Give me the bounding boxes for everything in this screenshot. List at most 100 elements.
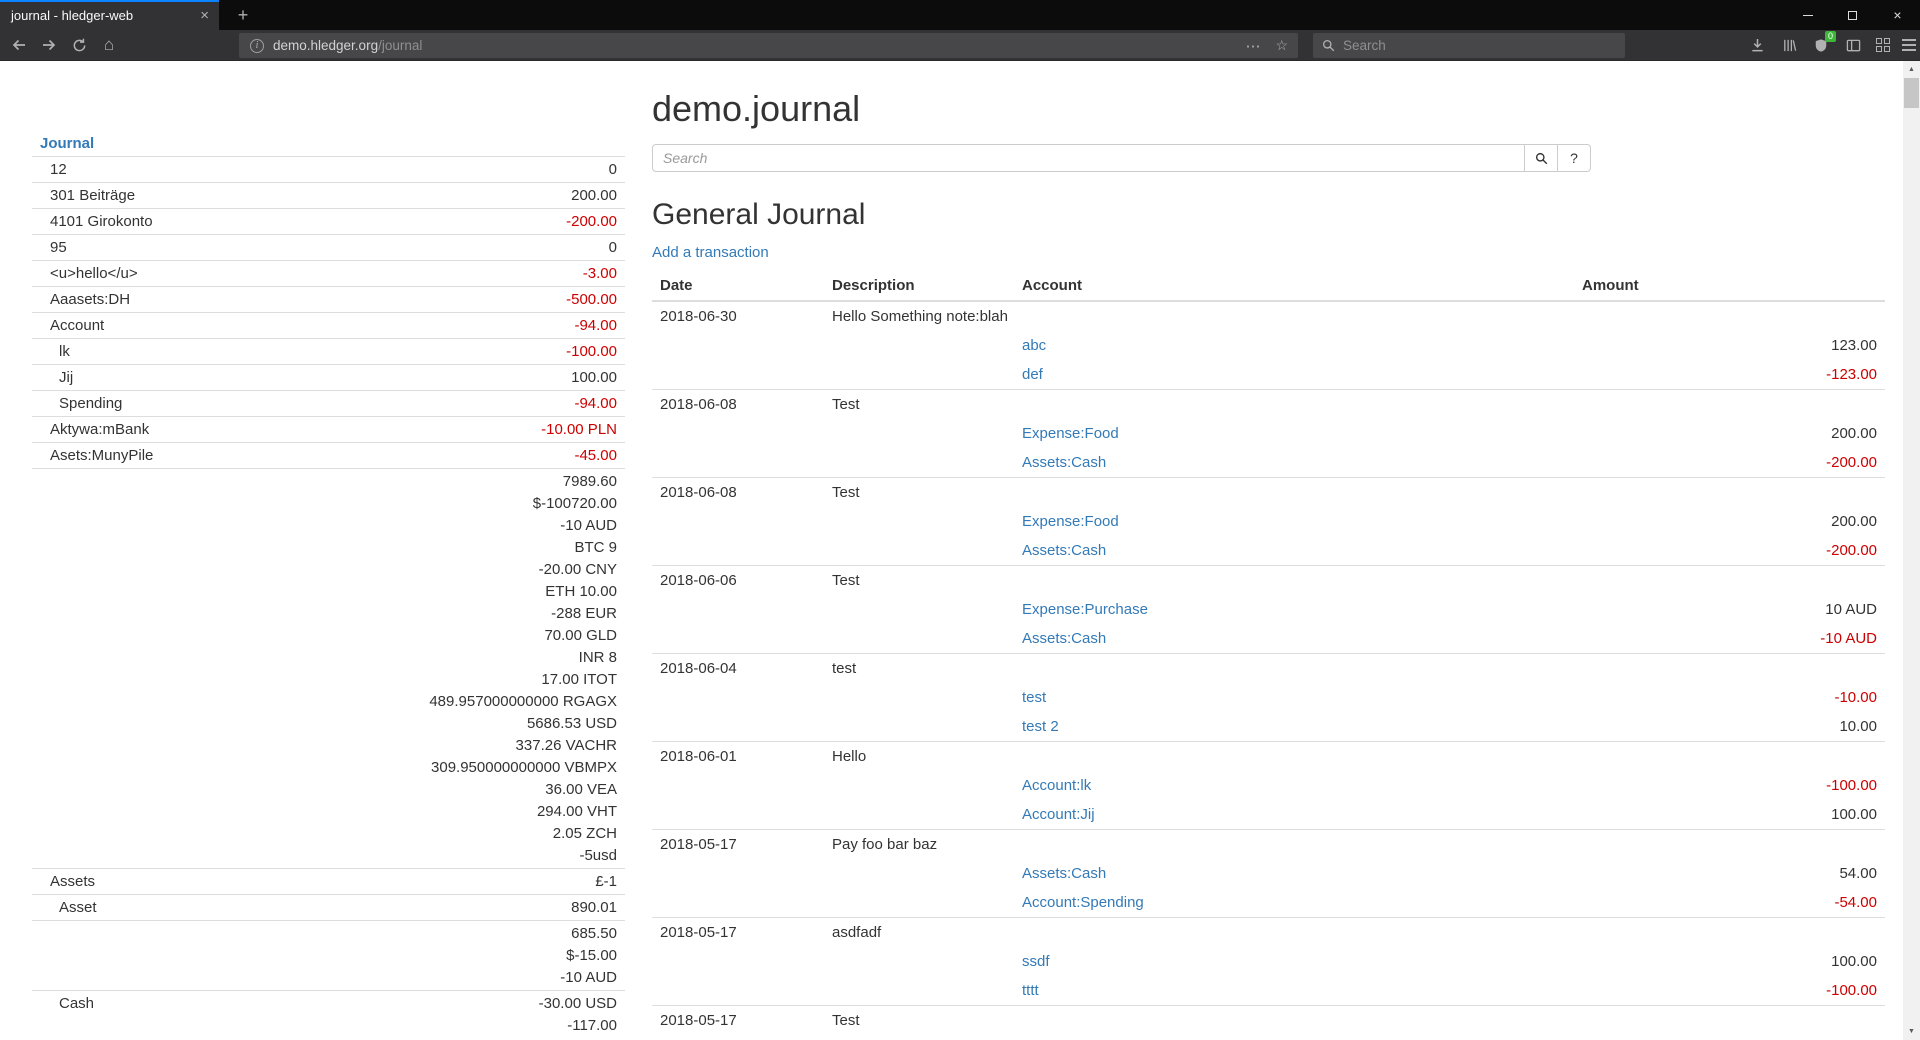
account-name[interactable]: Cash bbox=[32, 991, 262, 1039]
account-name[interactable]: 4101 Girokonto bbox=[32, 209, 262, 235]
posting-account-link[interactable]: test 2 bbox=[1022, 718, 1059, 735]
account-name[interactable]: 95 bbox=[32, 235, 262, 261]
reload-button[interactable] bbox=[64, 30, 94, 60]
browser-nav-bar: ⌂ i demo.hledger.org /journal ⋯ ☆ Search… bbox=[0, 30, 1920, 61]
search-help-button[interactable]: ? bbox=[1557, 144, 1591, 172]
balance-amount: 5686.53 USD bbox=[270, 715, 617, 732]
posting-account-link[interactable]: Assets:Cash bbox=[1022, 865, 1106, 882]
extension-button[interactable]: 0 bbox=[1806, 30, 1836, 60]
account-name[interactable]: Jij bbox=[32, 365, 262, 391]
posting-amount: 200.00 bbox=[1574, 507, 1885, 536]
reload-icon bbox=[72, 38, 87, 53]
window-maximize-button[interactable] bbox=[1830, 0, 1875, 30]
balance-amount: -10 AUD bbox=[270, 517, 617, 534]
account-row: 301 Beiträge 200.00 bbox=[32, 183, 625, 209]
posting-account-link[interactable]: Expense:Purchase bbox=[1022, 601, 1148, 618]
scroll-up-arrow-icon[interactable]: ▲ bbox=[1903, 61, 1920, 78]
transaction-row[interactable]: 2018-06-01 Hello bbox=[652, 742, 1885, 772]
scroll-down-arrow-icon[interactable]: ▼ bbox=[1903, 1023, 1920, 1040]
search-button[interactable] bbox=[1524, 144, 1558, 172]
posting-account-link[interactable]: def bbox=[1022, 366, 1043, 383]
account-name[interactable]: Aaasets:DH bbox=[32, 287, 262, 313]
grid-icon bbox=[1876, 38, 1890, 52]
posting-account-link[interactable]: Expense:Food bbox=[1022, 513, 1119, 530]
account-balance: £-1 bbox=[262, 869, 625, 895]
posting-account-link[interactable]: Account:lk bbox=[1022, 777, 1091, 794]
account-row: Aktywa:mBank -10.00 PLN bbox=[32, 417, 625, 443]
sidebar-heading-row: Journal bbox=[32, 131, 625, 157]
account-name[interactable]: Asset bbox=[32, 895, 262, 921]
scrollbar-thumb[interactable] bbox=[1904, 78, 1919, 108]
url-bar[interactable]: i demo.hledger.org /journal ⋯ ☆ bbox=[239, 33, 1298, 58]
library-button[interactable] bbox=[1774, 30, 1804, 60]
transaction-row[interactable]: 2018-06-08 Test bbox=[652, 478, 1885, 508]
account-name[interactable]: <u>hello</u> bbox=[32, 261, 262, 287]
account-name[interactable]: Asets:MunyPile bbox=[32, 443, 262, 469]
balance-amount: INR 8 bbox=[270, 649, 617, 666]
transaction-row[interactable]: 2018-06-06 Test bbox=[652, 566, 1885, 596]
browser-search-input[interactable]: Search bbox=[1313, 33, 1625, 58]
journal-search-input[interactable] bbox=[652, 144, 1525, 172]
page-actions-icon[interactable]: ⋯ bbox=[1245, 37, 1260, 55]
window-minimize-button[interactable] bbox=[1785, 0, 1830, 30]
balance-amount: -94.00 bbox=[270, 395, 617, 412]
posting-account-link[interactable]: Assets:Cash bbox=[1022, 454, 1106, 471]
add-transaction-link[interactable]: Add a transaction bbox=[652, 244, 769, 261]
account-name[interactable]: lk bbox=[32, 339, 262, 365]
posting-amount: 100.00 bbox=[1574, 947, 1885, 976]
account-name[interactable]: Assets bbox=[32, 869, 262, 895]
posting-row: ssdf 100.00 bbox=[652, 947, 1885, 976]
posting-account-link[interactable]: ssdf bbox=[1022, 953, 1050, 970]
account-name[interactable]: 301 Beiträge bbox=[32, 183, 262, 209]
account-row: Asets:MunyPile -45.00 bbox=[32, 443, 625, 469]
browser-tab[interactable]: journal - hledger-web × bbox=[0, 0, 219, 30]
minimize-icon bbox=[1803, 15, 1813, 16]
downloads-button[interactable] bbox=[1742, 30, 1772, 60]
balance-amount: -100.00 bbox=[270, 343, 617, 360]
posting-account-link[interactable]: Expense:Food bbox=[1022, 425, 1119, 442]
posting-amount: 100.00 bbox=[1574, 800, 1885, 830]
menu-button[interactable] bbox=[1894, 30, 1920, 60]
balance-amount: 685.50 bbox=[270, 925, 617, 942]
sidebar-accounts-table: Journal 12 0 301 Beiträge 200.00 4101 Gi… bbox=[32, 131, 625, 1038]
posting-row: Expense:Purchase 10 AUD bbox=[652, 595, 1885, 624]
posting-account-link[interactable]: Account:Spending bbox=[1022, 894, 1144, 911]
transaction-row[interactable]: 2018-05-17 asdfadf bbox=[652, 918, 1885, 948]
account-name[interactable] bbox=[32, 469, 262, 869]
vertical-scrollbar[interactable]: ▲ ▼ bbox=[1903, 61, 1920, 1040]
transaction-description: asdfadf bbox=[824, 918, 1885, 948]
balance-amount: £-1 bbox=[270, 873, 617, 890]
posting-account-link[interactable]: Assets:Cash bbox=[1022, 542, 1106, 559]
bookmark-star-icon[interactable]: ☆ bbox=[1275, 37, 1288, 54]
site-info-icon[interactable]: i bbox=[250, 39, 264, 53]
posting-account-link[interactable]: tttt bbox=[1022, 982, 1039, 999]
posting-row: Assets:Cash -200.00 bbox=[652, 536, 1885, 566]
account-name[interactable]: Spending bbox=[32, 391, 262, 417]
account-row: Assets £-1 bbox=[32, 869, 625, 895]
transaction-row[interactable]: 2018-06-04 test bbox=[652, 654, 1885, 684]
account-name[interactable]: 12 bbox=[32, 157, 262, 183]
sidebar-toggle-button[interactable] bbox=[1838, 30, 1868, 60]
tab-close-icon[interactable]: × bbox=[190, 7, 219, 24]
transaction-row[interactable]: 2018-05-17 Test bbox=[652, 1006, 1885, 1036]
posting-account-link[interactable]: Account:Jij bbox=[1022, 806, 1095, 823]
back-button[interactable] bbox=[4, 30, 34, 60]
posting-account-link[interactable]: Assets:Cash bbox=[1022, 630, 1106, 647]
account-name[interactable] bbox=[32, 921, 262, 991]
posting-account-link[interactable]: abc bbox=[1022, 337, 1046, 354]
account-name[interactable]: Aktywa:mBank bbox=[32, 417, 262, 443]
account-balance: 100.00 bbox=[262, 365, 625, 391]
window-close-button[interactable]: × bbox=[1875, 0, 1920, 30]
posting-account-link[interactable]: test bbox=[1022, 689, 1046, 706]
journal-link[interactable]: Journal bbox=[40, 135, 94, 152]
transaction-row[interactable]: 2018-06-08 Test bbox=[652, 390, 1885, 420]
transaction-row[interactable]: 2018-05-17 Pay foo bar baz bbox=[652, 830, 1885, 860]
home-button[interactable]: ⌂ bbox=[94, 30, 124, 60]
new-tab-button[interactable]: + bbox=[228, 0, 258, 30]
balance-amount: -200.00 bbox=[270, 213, 617, 230]
posting-amount: -123.00 bbox=[1574, 360, 1885, 390]
account-balance: -94.00 bbox=[262, 313, 625, 339]
account-name[interactable]: Account bbox=[32, 313, 262, 339]
transaction-row[interactable]: 2018-06-30 Hello Something note:blah bbox=[652, 301, 1885, 331]
forward-button[interactable] bbox=[34, 30, 64, 60]
